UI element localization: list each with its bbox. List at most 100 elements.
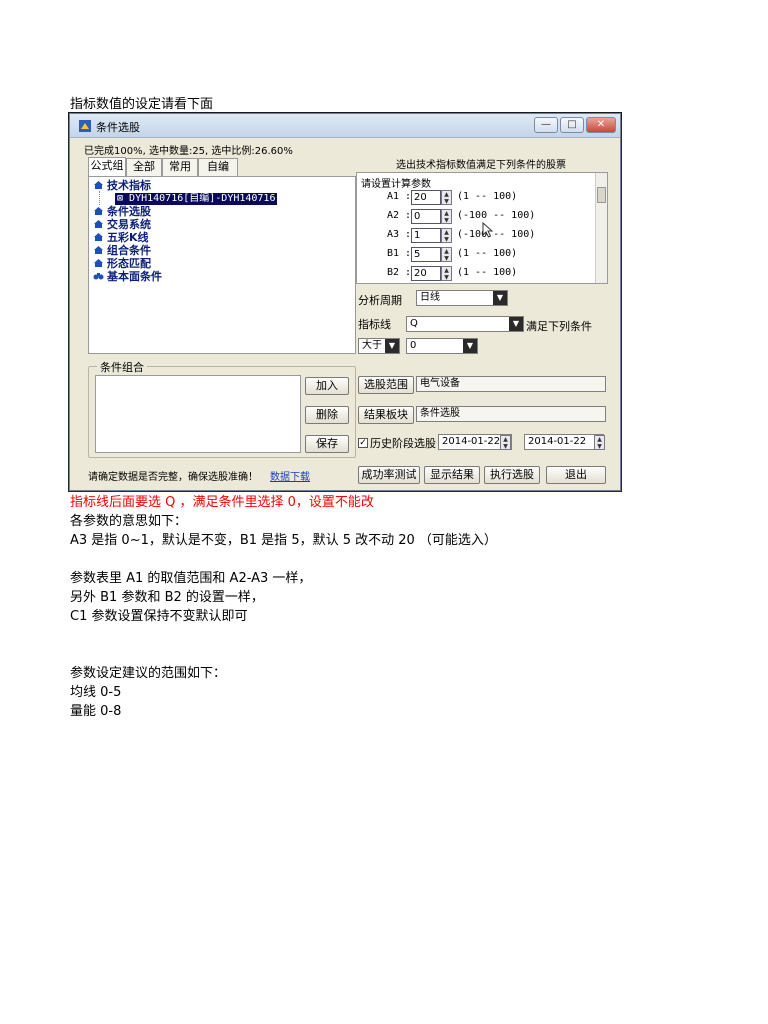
- formula-tree: 技术指标 ⊠ DYH140716[自编]-DYH140716 条件选股 交易系统…: [88, 176, 356, 354]
- tab-all[interactable]: 全部: [126, 158, 162, 176]
- indicator-line-suffix: 满足下列条件: [526, 320, 592, 333]
- param-scrollbar[interactable]: [595, 173, 607, 283]
- date-from-value: 2014-01-22: [442, 436, 501, 447]
- line-a3: A3 是指 0~1，默认是不变，B1 是指 5，默认 5 改不动 20 （可能选…: [70, 533, 497, 548]
- tree-item-label: 基本面条件: [107, 270, 162, 283]
- group-legend: 条件组合: [97, 359, 147, 375]
- compare-value: 大于: [362, 340, 382, 351]
- minimize-button[interactable]: —: [534, 117, 558, 133]
- tree-connector: [99, 191, 100, 205]
- tab-formula-group[interactable]: 公式组: [88, 157, 126, 176]
- tree-item-technical[interactable]: 技术指标: [93, 180, 151, 192]
- param-row-a3: A3 : 1 ▲ ▼ (-100 -- 100): [357, 227, 597, 245]
- compare-select[interactable]: 大于 ▼: [358, 338, 400, 354]
- result-block-field[interactable]: 条件选股: [416, 406, 606, 422]
- date-to-value: 2014-01-22: [528, 436, 587, 447]
- add-button[interactable]: 加入: [305, 377, 349, 395]
- history-checkbox[interactable]: ✓: [358, 438, 368, 448]
- spinner-icon[interactable]: ▲ ▼: [441, 209, 452, 224]
- spinner-icon[interactable]: ▲ ▼: [441, 247, 452, 262]
- show-result-button[interactable]: 显示结果: [424, 466, 480, 484]
- exit-button[interactable]: 退出: [546, 466, 606, 484]
- tree-item-selected[interactable]: ⊠ DYH140716[自编]-DYH140716: [115, 193, 278, 205]
- param-row-a1: A1 : 20 ▲ ▼ (1 -- 100): [357, 189, 597, 207]
- window-title: 条件选股: [96, 121, 140, 134]
- house-icon: [94, 207, 103, 215]
- param-range: (-100 -- 100): [457, 210, 536, 221]
- param-row-b1: B1 : 5 ▲ ▼ (1 -- 100): [357, 246, 597, 264]
- param-input-a1[interactable]: 20: [411, 190, 441, 205]
- tree-item-condition[interactable]: 条件选股: [93, 206, 151, 218]
- house-icon: [94, 220, 103, 228]
- condition-list[interactable]: [95, 375, 301, 453]
- tree-item-label: 技术指标: [107, 179, 151, 192]
- house-icon: [94, 233, 103, 241]
- tab-common[interactable]: 常用: [162, 158, 198, 176]
- chevron-down-icon: ▼: [385, 339, 399, 353]
- tree-item-trading[interactable]: 交易系统: [93, 219, 151, 231]
- date-to-field[interactable]: 2014-01-22: [524, 434, 604, 450]
- tab-custom[interactable]: 自编: [198, 158, 238, 176]
- line-c1: C1 参数设置保持不变默认即可: [70, 609, 248, 624]
- success-rate-button[interactable]: 成功率测试: [358, 466, 420, 484]
- stock-range-button[interactable]: 选股范围: [358, 376, 414, 394]
- formula-icon: ⊠: [117, 193, 130, 204]
- screenshot: 条件选股 — □ ✕ 已完成100%, 选中数量:25, 选中比例:26.60%…: [68, 112, 622, 492]
- scrollbar-thumb[interactable]: [597, 187, 606, 203]
- house-icon: [94, 246, 103, 254]
- indicator-line-value: Q: [410, 318, 418, 329]
- spinner-icon[interactable]: ▲ ▼: [441, 228, 452, 243]
- delete-button[interactable]: 删除: [305, 406, 349, 424]
- dialog-window: 条件选股 — □ ✕ 已完成100%, 选中数量:25, 选中比例:26.60%…: [69, 113, 621, 491]
- param-input-b1[interactable]: 5: [411, 247, 441, 262]
- save-button[interactable]: 保存: [305, 435, 349, 453]
- param-range: (1 -- 100): [457, 191, 518, 202]
- param-range: (1 -- 100): [457, 267, 518, 278]
- history-label: 历史阶段选股: [370, 437, 436, 450]
- tree-item-combo[interactable]: 组合条件: [93, 245, 151, 257]
- param-range: (-100 -- 100): [457, 229, 536, 240]
- range-heading: 参数设定建议的范围如下：: [70, 666, 227, 681]
- period-select[interactable]: 日线 ▼: [416, 290, 508, 306]
- param-input-a2[interactable]: 0: [411, 209, 441, 224]
- param-label: A1 :: [387, 191, 412, 202]
- period-label: 分析周期: [358, 294, 402, 307]
- indicator-line-select[interactable]: Q ▼: [406, 316, 524, 332]
- parameter-heading: 请设置计算参数: [361, 179, 431, 190]
- tree-item-pattern[interactable]: 形态匹配: [93, 258, 151, 270]
- condition-group: 条件组合 加入 删除 保存: [88, 359, 356, 458]
- param-label: B2 :: [387, 267, 412, 278]
- param-row-b2: B2 : 20 ▲ ▼ (1 -- 100): [357, 265, 597, 283]
- param-input-b2[interactable]: 20: [411, 266, 441, 281]
- spinner-icon[interactable]: ▲ ▼: [594, 435, 605, 450]
- param-label: A2 :: [387, 210, 412, 221]
- status-text: 已完成100%, 选中数量:25, 选中比例:26.60%: [84, 146, 293, 157]
- close-button[interactable]: ✕: [586, 117, 616, 133]
- house-icon: [94, 259, 103, 267]
- threshold-select[interactable]: 0 ▼: [406, 338, 478, 354]
- threshold-value: 0: [410, 340, 417, 351]
- stock-range-field[interactable]: 电气设备: [416, 376, 606, 392]
- binoculars-icon: [93, 273, 104, 280]
- range-ma: 均线 0-5: [70, 685, 122, 700]
- maximize-button[interactable]: □: [560, 117, 584, 133]
- mouse-cursor-icon: [482, 222, 494, 238]
- line-a1: 参数表里 A1 的取值范围和 A2-A3 一样，: [70, 571, 312, 586]
- result-block-button[interactable]: 结果板块: [358, 406, 414, 424]
- chevron-down-icon: ▼: [509, 317, 523, 331]
- range-volume: 量能 0-8: [70, 704, 122, 719]
- spinner-icon[interactable]: ▲ ▼: [500, 435, 511, 450]
- tree-item-label: 五彩K线: [107, 231, 149, 244]
- tree-item-label: 条件选股: [107, 205, 151, 218]
- tree-item-kline[interactable]: 五彩K线: [93, 232, 149, 244]
- spinner-icon[interactable]: ▲ ▼: [441, 266, 452, 281]
- selected-formula-label: DYH140716[自编]-DYH140716: [129, 193, 276, 204]
- chevron-down-icon: ▼: [463, 339, 477, 353]
- title-bar: 条件选股 — □ ✕: [70, 114, 620, 138]
- spinner-icon[interactable]: ▲ ▼: [441, 190, 452, 205]
- data-download-link[interactable]: 数据下载: [270, 468, 310, 483]
- run-select-button[interactable]: 执行选股: [484, 466, 540, 484]
- tree-item-fundamental[interactable]: 基本面条件: [93, 271, 162, 283]
- param-row-a2: A2 : 0 ▲ ▼ (-100 -- 100): [357, 208, 597, 226]
- param-input-a3[interactable]: 1: [411, 228, 441, 243]
